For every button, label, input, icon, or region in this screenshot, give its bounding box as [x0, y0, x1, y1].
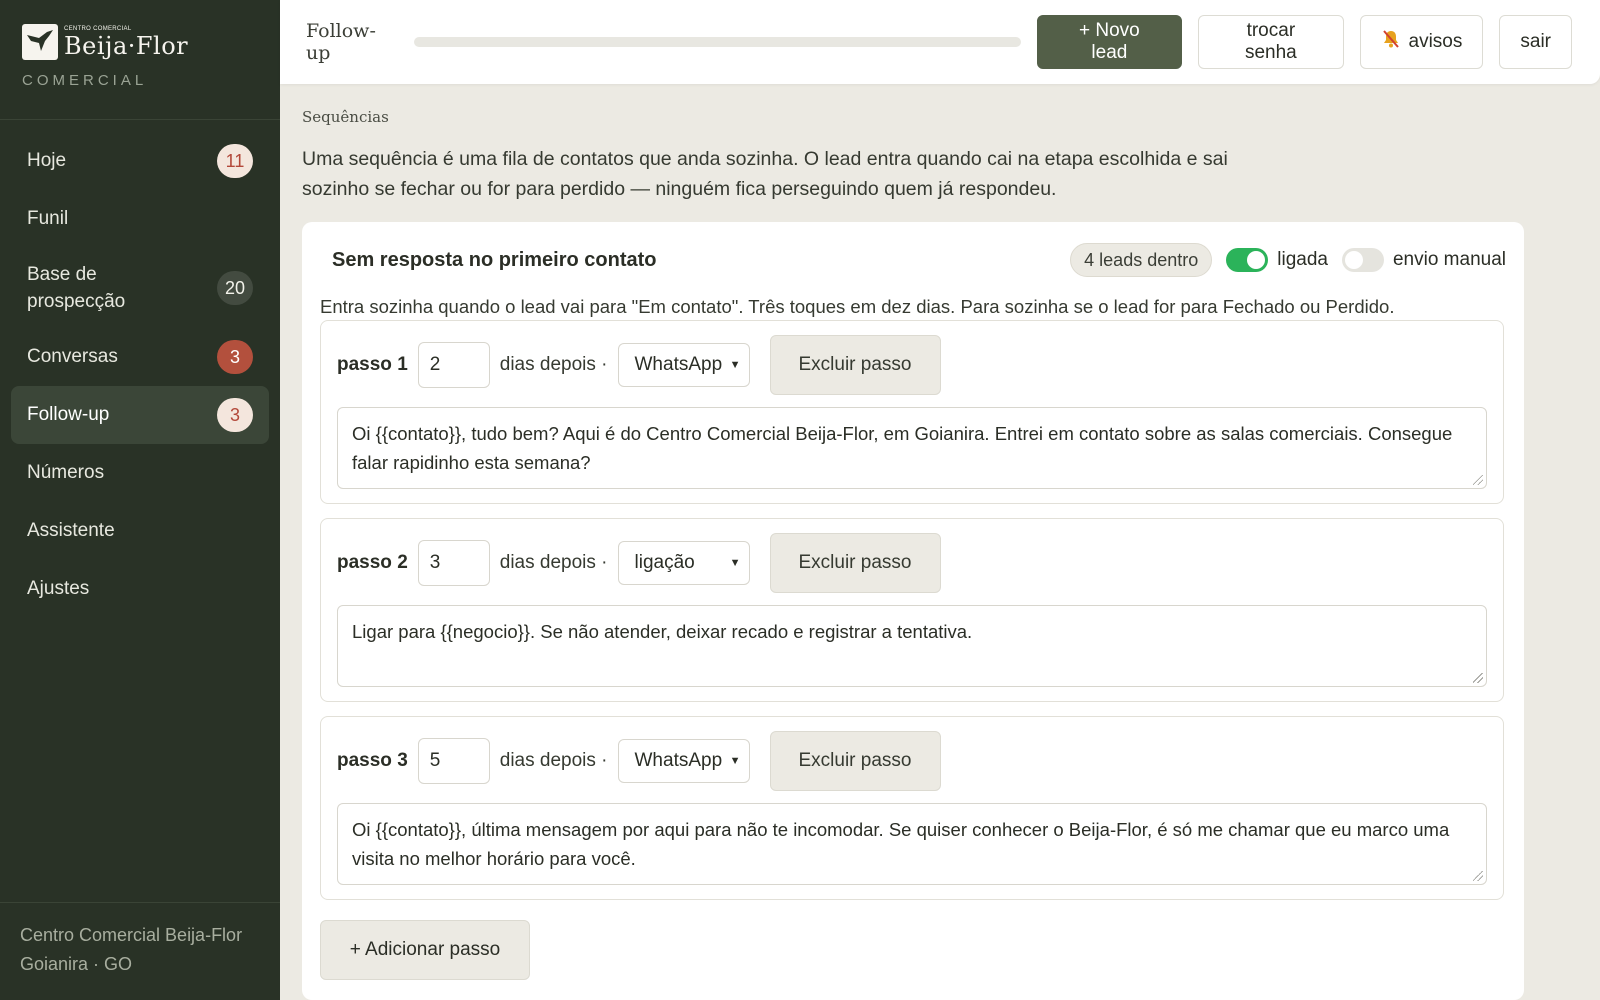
chevron-down-icon: ▼	[729, 359, 741, 371]
sidebar-item-label: Funil	[27, 208, 69, 229]
manual-send-toggle[interactable]	[1341, 248, 1384, 272]
page-title: Follow-up	[306, 20, 376, 64]
channel-select[interactable]: WhatsApp ▼	[617, 343, 750, 387]
sequence-card: Sem resposta no primeiro contato 4 leads…	[302, 222, 1524, 1000]
add-step-button[interactable]: + Adicionar passo	[320, 920, 530, 980]
footer-location: Goianira · GO	[20, 954, 133, 974]
alerts-button[interactable]: avisos	[1359, 15, 1484, 69]
toggle-active-label: ligada	[1277, 249, 1328, 270]
channel-value: WhatsApp	[634, 750, 723, 771]
count-badge: 3	[217, 398, 253, 432]
sidebar-item-label: Base de prospecção	[27, 264, 126, 312]
intro-text: Uma sequência é uma fila de contatos que…	[302, 148, 1228, 200]
sidebar: CENTRO COMERCIAL Beija·Flor COMERCIAL Ho…	[0, 0, 280, 1000]
footer-company: Centro Comercial Beija-Flor	[20, 925, 243, 945]
sequence-header: Sem resposta no primeiro contato 4 leads…	[320, 222, 1506, 298]
sidebar-nav: Hoje 11 Funil Base de prospecção 20 Conv…	[0, 120, 280, 618]
step-message-textarea[interactable]: Oi {{contato}}, última mensagem por aqui…	[337, 803, 1487, 885]
sidebar-item-base-prospeccao[interactable]: Base de prospecção 20	[11, 248, 269, 328]
sequence-step: passo 3 5 dias depois · WhatsApp ▼ Exclu…	[320, 716, 1504, 900]
days-after-label: dias depois ·	[499, 552, 608, 573]
channel-value: WhatsApp	[634, 354, 723, 375]
sequence-active-toggle[interactable]	[1226, 248, 1269, 272]
sidebar-item-hoje[interactable]: Hoje 11	[11, 132, 269, 190]
sidebar-item-ajustes[interactable]: Ajustes	[11, 560, 269, 618]
sidebar-item-assistente[interactable]: Assistente	[11, 502, 269, 560]
resize-handle-icon[interactable]	[1473, 475, 1483, 485]
channel-select[interactable]: WhatsApp ▼	[617, 739, 750, 783]
top-progress-track	[414, 37, 1021, 47]
hummingbird-logo-icon	[22, 24, 58, 60]
sidebar-item-label: Hoje	[27, 150, 67, 171]
step-label: passo 3	[337, 750, 408, 771]
days-after-label: dias depois ·	[499, 750, 608, 771]
count-badge: 3	[217, 340, 253, 374]
resize-handle-icon[interactable]	[1473, 673, 1483, 683]
sidebar-item-numeros[interactable]: Números	[11, 444, 269, 502]
sidebar-item-label: Ajustes	[27, 578, 90, 599]
delete-step-button[interactable]: Excluir passo	[769, 731, 941, 791]
sidebar-footer: Centro Comercial Beija-Flor Goianira · G…	[0, 902, 280, 1000]
sequence-step: passo 2 3 dias depois · ligação ▼ Exclui…	[320, 518, 1504, 702]
sidebar-item-label: Follow-up	[27, 404, 110, 425]
main-content: Sequências Uma sequência é uma fila de c…	[302, 108, 1522, 204]
channel-select[interactable]: ligação ▼	[617, 541, 750, 585]
logout-button[interactable]: sair	[1499, 15, 1572, 69]
days-input[interactable]: 3	[417, 540, 490, 586]
toggle-manual-label: envio manual	[1392, 249, 1506, 270]
count-badge: 11	[217, 144, 253, 178]
delete-step-button[interactable]: Excluir passo	[769, 533, 941, 593]
brand: CENTRO COMERCIAL Beija·Flor COMERCIAL	[0, 0, 280, 120]
change-password-button[interactable]: trocar senha	[1198, 15, 1344, 69]
step-message-text: Oi {{contato}}, última mensagem por aqui…	[352, 819, 1450, 869]
days-input[interactable]: 2	[417, 342, 490, 388]
channel-value: ligação	[634, 552, 695, 573]
sidebar-item-conversas[interactable]: Conversas 3	[11, 328, 269, 386]
step-message-textarea[interactable]: Oi {{contato}}, tudo bem? Aqui é do Cent…	[337, 407, 1487, 489]
resize-handle-icon[interactable]	[1473, 871, 1483, 881]
bell-muted-icon	[1381, 29, 1401, 55]
chevron-down-icon: ▼	[729, 755, 741, 767]
step-message-text: Ligar para {{negocio}}. Se não atender, …	[352, 621, 973, 642]
count-badge: 20	[216, 271, 253, 305]
step-label: passo 1	[337, 354, 408, 375]
section-label: Sequências	[302, 108, 389, 126]
step-label: passo 2	[337, 552, 408, 573]
leads-count-pill: 4 leads dentro	[1070, 243, 1213, 277]
days-input[interactable]: 5	[417, 738, 490, 784]
sidebar-item-follow-up[interactable]: Follow-up 3	[11, 386, 269, 444]
sequence-description: Entra sozinha quando o lead vai para "Em…	[320, 296, 1395, 317]
step-message-textarea[interactable]: Ligar para {{negocio}}. Se não atender, …	[337, 605, 1487, 687]
sidebar-item-funil[interactable]: Funil	[11, 190, 269, 248]
step-message-text: Oi {{contato}}, tudo bem? Aqui é do Cent…	[352, 423, 1453, 473]
brand-name: Beija·Flor	[64, 32, 189, 60]
delete-step-button[interactable]: Excluir passo	[769, 335, 941, 395]
sidebar-item-label: Números	[27, 462, 105, 483]
sidebar-item-label: Conversas	[27, 346, 118, 367]
sequence-title: Sem resposta no primeiro contato	[332, 248, 657, 271]
days-after-label: dias depois ·	[499, 354, 608, 375]
new-lead-button[interactable]: + Novo lead	[1036, 15, 1183, 69]
chevron-down-icon: ▼	[729, 557, 741, 569]
topbar: Follow-up + Novo lead trocar senha aviso…	[280, 0, 1600, 84]
sidebar-item-label: Assistente	[27, 520, 115, 541]
alerts-label: avisos	[1408, 31, 1463, 52]
sequence-step: passo 1 2 dias depois · WhatsApp ▼ Exclu…	[320, 320, 1504, 504]
brand-subtitle: COMERCIAL	[22, 72, 148, 89]
